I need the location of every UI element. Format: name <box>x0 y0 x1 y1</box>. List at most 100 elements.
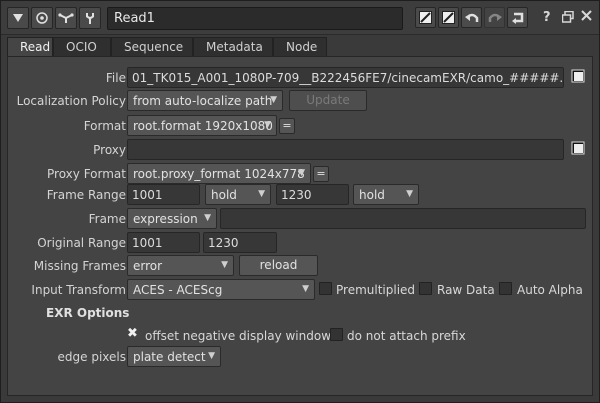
missing-frames-label: Missing Frames <box>33 259 126 273</box>
color-picker-button[interactable] <box>415 7 436 28</box>
tab-ocio[interactable]: OCIO <box>53 37 111 57</box>
viewer-button[interactable] <box>31 7 53 29</box>
localization-value: from auto-localize path <box>133 94 273 108</box>
auto-alpha-checkbox[interactable] <box>499 282 512 295</box>
proxy-format-link-button[interactable]: = <box>313 166 329 182</box>
missing-frames-dropdown[interactable]: error ▼ <box>127 255 234 276</box>
chevron-down-icon: ▼ <box>258 189 265 199</box>
auto-alpha-label: Auto Alpha <box>517 283 583 297</box>
format-label: Format <box>83 119 126 133</box>
close-button[interactable] <box>581 10 592 25</box>
exr-checkbox-row: ✖ offset negative display window do not … <box>8 325 594 347</box>
frame-range-row: Frame Range 1001 hold ▼ 1230 hold ▼ <box>8 184 594 206</box>
tab-read[interactable]: Read <box>7 37 53 57</box>
target-icon <box>36 12 48 24</box>
input-transform-dropdown[interactable]: ACES - ACEScg ▼ <box>127 279 315 300</box>
chevron-down-icon: ▼ <box>264 120 271 130</box>
frame-expression-field[interactable] <box>220 208 586 229</box>
offset-negative-label: offset negative display window <box>145 329 332 343</box>
format-value: root.format 1920x1080 <box>133 119 273 133</box>
exr-options-heading: EXR Options <box>46 306 130 320</box>
original-range-start-field[interactable]: 1001 <box>127 232 200 253</box>
original-range-row: Original Range 1001 1230 <box>8 232 594 254</box>
edge-pixels-row: edge pixels plate detect ▼ <box>8 346 594 368</box>
revert-icon <box>511 12 523 24</box>
input-transform-value: ACES - ACEScg <box>133 283 223 297</box>
input-transform-row: Input Transform ACES - ACEScg ▼ Premultip… <box>8 279 594 301</box>
tab-bar: Read OCIO Sequence Metadata Node <box>7 37 327 57</box>
raw-data-checkbox[interactable] <box>419 282 432 295</box>
folder-browse-icon[interactable] <box>571 69 585 83</box>
reload-button[interactable]: reload <box>239 255 318 276</box>
file-row: File 01_TK015_A001_1080P-709__B222456FE7… <box>8 67 594 89</box>
update-button[interactable]: Update <box>289 90 367 111</box>
no-prefix-checkbox[interactable] <box>330 328 343 341</box>
pencil-alt-icon <box>442 11 455 24</box>
offset-negative-checkbox[interactable]: ✖ <box>127 326 138 341</box>
premultiplied-checkbox[interactable] <box>319 282 332 295</box>
format-dropdown[interactable]: root.format 1920x1080 ▼ <box>127 115 277 136</box>
chevron-down-icon: ▼ <box>221 260 228 270</box>
tab-metadata[interactable]: Metadata <box>193 37 273 57</box>
float-window-icon <box>561 10 574 23</box>
chevron-down-icon: ▼ <box>298 168 305 178</box>
chevron-down-icon: ▼ <box>270 95 277 105</box>
frame-range-start-field[interactable]: 1001 <box>127 184 200 205</box>
premultiplied-label: Premultiplied <box>336 283 416 297</box>
redo-button[interactable] <box>484 7 505 28</box>
proxy-row: Proxy <box>8 139 594 161</box>
format-link-button[interactable]: = <box>279 118 295 134</box>
frame-mode-value: expression <box>133 212 198 226</box>
localization-row: Localization Policy from auto-localize p… <box>8 90 594 112</box>
frame-mode-dropdown[interactable]: expression ▼ <box>127 208 217 229</box>
file-label: File <box>105 71 126 85</box>
proxy-label: Proxy <box>93 143 126 157</box>
pencil-icon <box>419 11 432 24</box>
copy-button[interactable] <box>438 7 459 28</box>
missing-frames-value: error <box>133 259 163 273</box>
proxy-path-field[interactable] <box>127 139 564 160</box>
end-mode-value: hold <box>359 188 385 202</box>
proxy-format-row: Proxy Format root.proxy_format 1024x778 ▼… <box>8 163 594 185</box>
no-prefix-label: do not attach prefix <box>347 329 466 343</box>
node-graph-icon <box>58 13 74 23</box>
wrench-icon <box>86 13 94 24</box>
read-tab-content: File 01_TK015_A001_1080P-709__B222456FE7… <box>7 56 593 396</box>
properties-panel: Read1 ? Read OCIO Sequence Metadata Node… <box>0 0 600 403</box>
undo-icon <box>464 13 478 22</box>
redo-icon <box>488 13 502 22</box>
revert-button[interactable] <box>507 7 528 28</box>
chevron-down-icon: ▼ <box>406 189 413 199</box>
folder-browse-icon[interactable] <box>571 141 585 155</box>
tab-sequence[interactable]: Sequence <box>111 37 193 57</box>
frame-row: Frame expression ▼ <box>8 208 594 230</box>
proxy-format-label: Proxy Format <box>47 167 126 181</box>
proxy-format-dropdown[interactable]: root.proxy_format 1024x778 ▼ <box>127 163 311 184</box>
frame-range-end-mode[interactable]: hold ▼ <box>353 184 419 205</box>
edge-pixels-dropdown[interactable]: plate detect ▼ <box>127 346 221 367</box>
raw-data-label: Raw Data <box>437 283 495 297</box>
file-path-field[interactable]: 01_TK015_A001_1080P-709__B222456FE7/cine… <box>127 67 564 88</box>
missing-frames-row: Missing Frames error ▼ reload <box>8 255 594 277</box>
frame-label: Frame <box>88 212 126 226</box>
title-bar: Read1 ? <box>1 1 599 35</box>
frame-range-end-field[interactable]: 1230 <box>276 184 349 205</box>
close-icon <box>581 10 592 21</box>
wrench-button[interactable] <box>79 7 101 29</box>
node-graph-button[interactable] <box>55 7 77 29</box>
undo-button[interactable] <box>461 7 482 28</box>
chevron-down-icon: ▼ <box>204 213 211 223</box>
frame-range-start-mode[interactable]: hold ▼ <box>205 184 271 205</box>
frame-range-label: Frame Range <box>46 188 126 202</box>
chevron-down-icon: ▼ <box>208 351 215 361</box>
collapse-button[interactable] <box>7 7 29 29</box>
localization-dropdown[interactable]: from auto-localize path ▼ <box>127 90 283 111</box>
edge-pixels-value: plate detect <box>133 350 206 364</box>
start-mode-value: hold <box>211 188 237 202</box>
tab-node[interactable]: Node <box>273 37 327 57</box>
help-button[interactable]: ? <box>543 10 551 25</box>
node-name-field[interactable]: Read1 <box>107 7 403 30</box>
float-button[interactable] <box>561 10 574 27</box>
localization-label: Localization Policy <box>16 94 126 108</box>
original-range-end-field[interactable]: 1230 <box>203 232 277 253</box>
